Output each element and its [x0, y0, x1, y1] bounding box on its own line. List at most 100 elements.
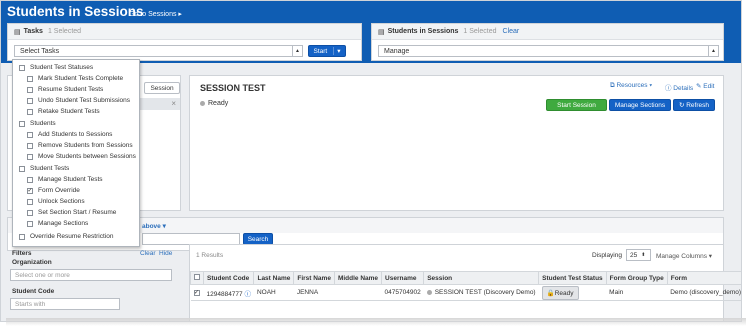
menu-item-form-override[interactable]: ✓ Form Override — [27, 187, 80, 194]
menu-item-add-students[interactable]: Add Students to Sessions — [27, 131, 112, 138]
info-icon[interactable]: ⓘ — [244, 291, 251, 298]
checkbox-icon[interactable] — [19, 233, 25, 240]
checked-checkbox-icon[interactable]: ✓ — [27, 187, 33, 194]
select-tasks-dropdown[interactable]: Select Tasks ▲ — [14, 45, 303, 57]
tasks-panel: ▤ Tasks 1 Selected Select Tasks ▲ Start … — [7, 23, 362, 61]
student-code-value: 1294884777 — [206, 290, 243, 298]
details-link[interactable]: ⓘ Details — [665, 82, 693, 92]
col-form-group-type[interactable]: Form Group Type — [605, 271, 668, 285]
menu-group-label: Students — [30, 120, 56, 127]
first-name-cell: JENNA — [293, 284, 335, 301]
checkbox-icon[interactable] — [27, 176, 33, 183]
checkbox-icon[interactable] — [27, 97, 33, 104]
menu-item-retake[interactable]: Retake Student Tests — [27, 108, 100, 115]
start-label: Start — [313, 47, 328, 55]
checkbox-icon[interactable] — [27, 220, 33, 227]
session-button[interactable]: Session — [144, 82, 180, 94]
menu-item-remove-students[interactable]: Remove Students from Sessions — [27, 142, 133, 149]
menu-item-manage-student-tests[interactable]: Manage Student Tests — [27, 176, 103, 183]
tasks-icon: ▤ — [14, 28, 21, 36]
menu-item-label: Remove Students from Sessions — [38, 142, 133, 149]
menu-item-manage-sections[interactable]: Manage Sections — [27, 220, 88, 227]
menu-item-label: Move Students between Sessions — [38, 153, 136, 160]
session-status-text: Ready — [208, 100, 229, 107]
students-in-sessions-panel: ▤ Students in Sessions 1 Selected Clear … — [371, 23, 724, 61]
status-badge: 🔒Ready — [541, 285, 579, 300]
row-checkbox-cell[interactable]: ✓ — [190, 284, 204, 301]
manage-columns-link[interactable]: Manage Columns ▾ — [656, 252, 712, 260]
menu-item-section-start[interactable]: Set Section Start / Resume — [27, 209, 116, 216]
refresh-button[interactable]: ↻ Refresh — [673, 99, 715, 111]
menu-group-label: Student Tests — [30, 165, 70, 172]
go-to-sessions-link[interactable]: Go to Sessions ▸ — [129, 10, 182, 18]
menu-item-mark-complete[interactable]: Mark Student Tests Complete — [27, 75, 123, 82]
checkbox-icon[interactable] — [27, 108, 33, 115]
col-student-code[interactable]: Student Code — [202, 271, 255, 285]
results-table: Student Code Last Name First Name Middle… — [190, 271, 741, 301]
checkbox-icon[interactable] — [27, 142, 33, 149]
row-checkbox[interactable]: ✓ — [193, 290, 200, 296]
form-group-cell: Main — [606, 284, 668, 301]
manage-dropdown[interactable]: Manage ▲ — [378, 45, 719, 57]
select-all-checkbox[interactable] — [194, 274, 200, 280]
select-all-header[interactable] — [190, 271, 204, 285]
checkbox-icon[interactable] — [27, 86, 33, 93]
col-form[interactable]: Form — [666, 271, 741, 285]
checkbox-icon[interactable] — [19, 64, 25, 71]
menu-item-override-resume[interactable]: Override Resume Restriction — [19, 233, 113, 240]
checkbox-icon[interactable] — [27, 209, 33, 216]
checkbox-icon[interactable] — [27, 75, 33, 82]
menu-item-unlock-sections[interactable]: Unlock Sections — [27, 198, 85, 205]
col-middle-name[interactable]: Middle Name — [333, 271, 383, 285]
resources-link[interactable]: ⧉ Resources ▾ — [610, 82, 652, 90]
start-session-label: Start Session — [557, 101, 596, 109]
checkbox-icon[interactable] — [27, 198, 33, 205]
col-session[interactable]: Session — [423, 271, 540, 285]
checkbox-icon[interactable] — [19, 120, 25, 127]
menu-item-label: Mark Student Tests Complete — [38, 75, 124, 82]
page-size-value: 25 — [630, 251, 638, 259]
col-first-name[interactable]: First Name — [293, 271, 335, 285]
above-toggle[interactable]: above ▾ — [142, 222, 166, 230]
start-session-button[interactable]: Start Session — [546, 99, 607, 111]
menu-item-move-students[interactable]: Move Students between Sessions — [27, 153, 136, 160]
col-username[interactable]: Username — [381, 271, 425, 285]
student-code-input[interactable]: Starts with — [10, 298, 120, 310]
sis-clear-link[interactable]: Clear — [503, 28, 520, 35]
results-panel: 1 Results Displaying 25 ⬍ Manage Columns… — [189, 244, 741, 321]
filters-hide-link[interactable]: Hide — [159, 250, 172, 257]
manage-sections-label: Manage Sections — [614, 101, 666, 109]
menu-item-undo-submissions[interactable]: Undo Student Test Submissions — [27, 97, 130, 104]
checkbox-icon[interactable] — [27, 131, 33, 138]
menu-item-label: Unlock Sections — [38, 198, 85, 205]
selected-session-row[interactable]: × — [138, 98, 180, 110]
menu-group-student-tests[interactable]: Student Tests — [19, 165, 69, 172]
start-button[interactable]: Start ▾ — [308, 45, 346, 57]
menu-item-resume[interactable]: Resume Student Tests — [27, 86, 103, 93]
menu-group-student-test-statuses[interactable]: Student Test Statuses — [19, 64, 93, 71]
checkbox-icon[interactable] — [19, 165, 25, 172]
session-value: SESSION TEST (Discovery Demo) — [434, 289, 536, 296]
menu-item-label: Form Override — [38, 187, 80, 194]
menu-group-students[interactable]: Students — [19, 120, 56, 127]
checkbox-icon[interactable] — [27, 153, 33, 160]
filters-clear-link[interactable]: Clear — [140, 250, 156, 257]
updown-icon: ⬍ — [641, 252, 646, 258]
tasks-title: Tasks — [23, 28, 43, 35]
dropdown-arrow-icon: ▲ — [292, 46, 302, 56]
manage-value: Manage — [384, 47, 410, 55]
organization-input[interactable]: Select one or more — [10, 269, 172, 281]
col-last-name[interactable]: Last Name — [253, 271, 295, 285]
manage-sections-button[interactable]: Manage Sections — [609, 99, 671, 111]
table-row[interactable]: ✓ 1294884777 ⓘ NOAH JENNA 0475704902 SES… — [190, 284, 741, 301]
close-icon[interactable]: × — [171, 99, 176, 108]
edit-link[interactable]: ✎ Edit — [696, 82, 714, 90]
menu-item-label: Add Students to Sessions — [38, 131, 113, 138]
page-size-select[interactable]: 25 ⬍ — [626, 249, 651, 261]
tasks-selected-count: 1 Selected — [47, 28, 82, 35]
col-student-test-status[interactable]: Student Test Status — [538, 271, 607, 285]
sis-selected-count: 1 Selected — [463, 28, 497, 35]
refresh-label: ↻ Refresh — [678, 102, 709, 109]
organization-label: Organization — [12, 259, 52, 266]
menu-item-label: Retake Student Tests — [38, 108, 100, 115]
